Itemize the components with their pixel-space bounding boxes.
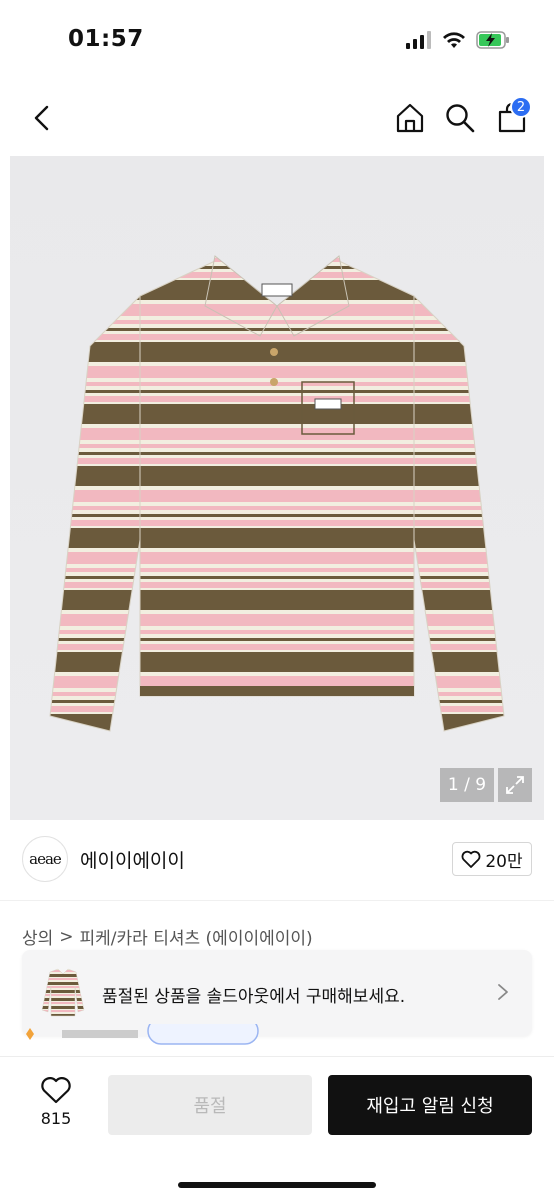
product-thumbnail bbox=[41, 968, 85, 1017]
wishlist-button[interactable]: 815 bbox=[26, 1075, 86, 1139]
cart-count-badge: 2 bbox=[510, 96, 532, 118]
wifi-icon bbox=[443, 32, 465, 48]
breadcrumb: 상의 > 피케/카라 티셔츠 (에이이에이이) bbox=[22, 924, 313, 950]
home-icon bbox=[396, 103, 424, 133]
restock-alert-button[interactable]: 재입고 알림 신청 bbox=[328, 1075, 532, 1135]
back-button[interactable] bbox=[22, 98, 62, 138]
brand-logo[interactable]: aeae bbox=[22, 836, 68, 882]
cart-button[interactable]: 2 bbox=[492, 96, 532, 138]
chevron-left-icon bbox=[34, 105, 49, 131]
expand-image-button[interactable] bbox=[498, 768, 532, 802]
search-icon bbox=[446, 104, 475, 133]
brand-row[interactable]: aeae 에이이에이이 20만 bbox=[22, 834, 532, 886]
search-button[interactable] bbox=[440, 98, 480, 138]
bottom-action-bar: 815 품절 재입고 알림 신청 bbox=[0, 1056, 554, 1200]
status-icons bbox=[406, 30, 510, 50]
breadcrumb-separator: > bbox=[59, 926, 74, 947]
expand-icon bbox=[506, 776, 524, 794]
brand-name[interactable]: 에이이에이이 bbox=[80, 846, 185, 873]
breadcrumb-subcategory[interactable]: 피케/카라 티셔츠 (에이이에이이) bbox=[80, 924, 313, 949]
signal-icon bbox=[406, 31, 431, 49]
breadcrumb-category[interactable]: 상의 bbox=[22, 924, 53, 949]
status-bar: 01:57 bbox=[0, 0, 554, 80]
status-time: 01:57 bbox=[68, 26, 144, 52]
home-indicator bbox=[178, 1182, 376, 1188]
soldout-banner-text: 품절된 상품을 솔드아웃에서 구매해보세요. bbox=[102, 987, 406, 1007]
nav-bar: 2 bbox=[0, 80, 554, 156]
product-image[interactable]: 1 / 9 bbox=[10, 156, 544, 820]
heart-icon bbox=[41, 1077, 71, 1104]
like-button[interactable]: 20만 bbox=[452, 842, 532, 876]
heart-icon bbox=[461, 850, 481, 868]
image-counter: 1 / 9 bbox=[440, 768, 494, 802]
divider bbox=[0, 900, 554, 901]
wishlist-count: 815 bbox=[40, 1109, 72, 1128]
partially-hidden-row bbox=[22, 1024, 322, 1046]
striped-polo-shirt-image bbox=[49, 255, 505, 732]
chevron-right-icon bbox=[498, 984, 508, 1000]
battery-charging-icon bbox=[476, 31, 509, 49]
like-count: 20만 bbox=[485, 851, 523, 872]
soldout-button: 품절 bbox=[108, 1075, 312, 1135]
home-button[interactable] bbox=[390, 98, 430, 138]
